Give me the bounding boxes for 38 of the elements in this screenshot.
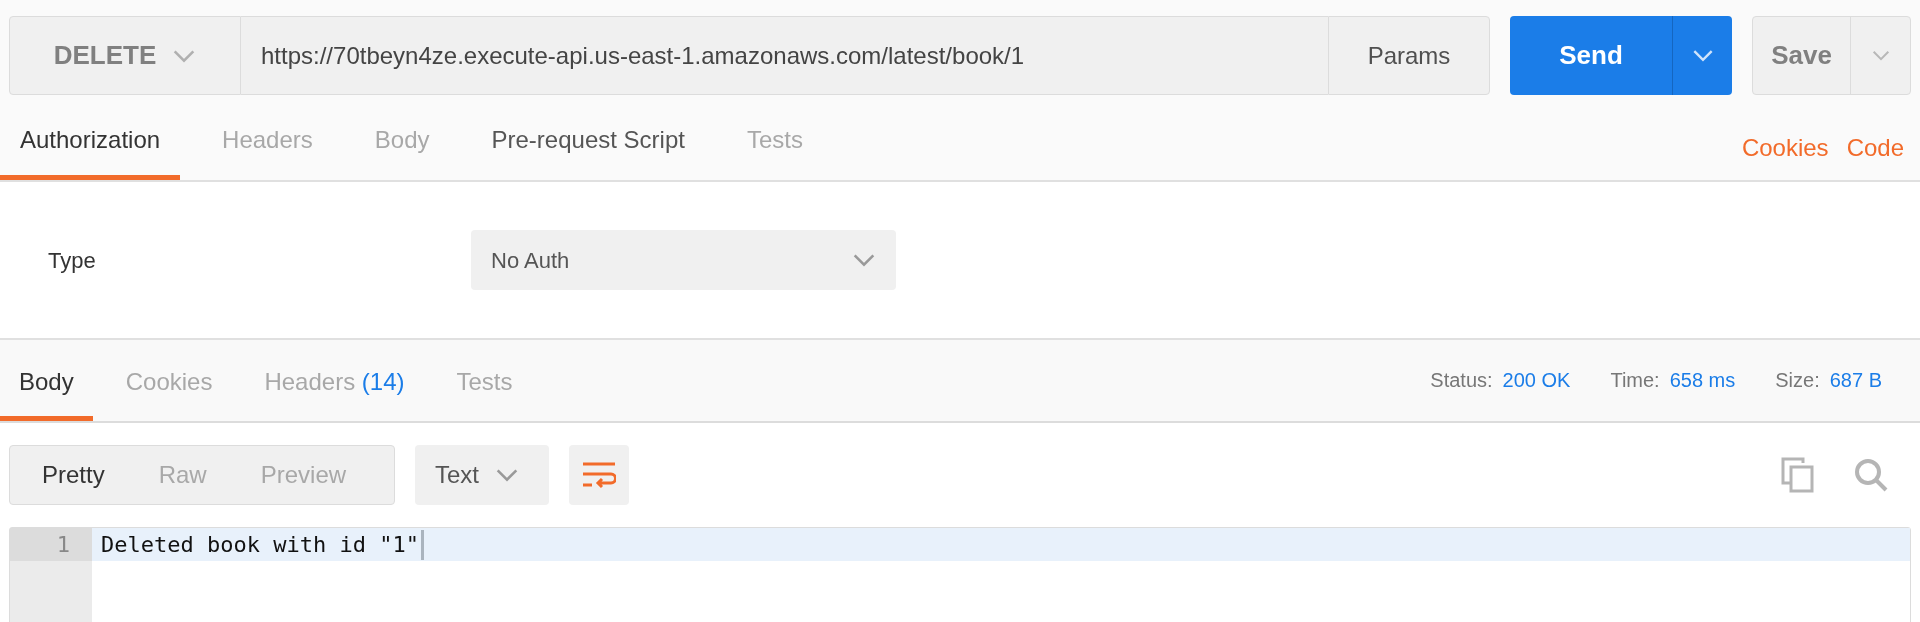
view-mode-tab[interactable]: Preview xyxy=(248,457,359,493)
wrap-lines-icon xyxy=(582,461,616,489)
url-field[interactable]: https://70tbeyn4ze.execute-api.us-east-1.amazonaws.com/latest/book/1 xyxy=(241,16,1328,95)
wrap-lines-button[interactable] xyxy=(569,445,629,505)
chevron-down-icon xyxy=(852,253,876,267)
request-tab[interactable]: Authorization xyxy=(0,95,181,180)
line-number: 1 xyxy=(10,528,92,561)
meta-label: Size: xyxy=(1775,368,1820,393)
format-dropdown[interactable]: Text xyxy=(415,445,549,505)
params-button[interactable]: Params xyxy=(1328,16,1490,95)
request-tab[interactable]: Body xyxy=(354,95,450,180)
chevron-down-icon xyxy=(1870,50,1891,61)
meta-value: 658 ms xyxy=(1669,368,1736,393)
request-tab[interactable]: Tests xyxy=(726,95,823,180)
auth-type-dropdown[interactable]: No Auth xyxy=(471,230,896,290)
chevron-down-icon xyxy=(172,48,197,63)
meta-label: Status: xyxy=(1430,368,1493,393)
response-tab[interactable]: Headers (14) xyxy=(245,340,424,421)
text-cursor xyxy=(420,529,424,560)
code-line: Deleted book with id "1" xyxy=(101,531,419,559)
response-tab[interactable]: Body xyxy=(0,340,93,421)
response-tab[interactable]: Cookies xyxy=(106,340,232,421)
meta-value: 200 OK xyxy=(1502,368,1571,393)
view-mode-tab[interactable]: Raw xyxy=(146,457,219,493)
chevron-down-icon xyxy=(1691,49,1714,62)
header-link[interactable]: Code xyxy=(1846,130,1904,166)
meta-value: 687 B xyxy=(1829,368,1882,393)
response-tab[interactable]: Tests xyxy=(437,340,532,421)
copy-icon[interactable] xyxy=(1781,457,1815,493)
search-icon[interactable] xyxy=(1853,457,1889,493)
request-tab[interactable]: Headers xyxy=(202,95,333,180)
auth-type-label: Type xyxy=(48,246,97,275)
method-dropdown[interactable]: DELETE xyxy=(9,16,241,95)
request-tab[interactable]: Pre-request Script xyxy=(471,95,705,180)
meta-label: Time: xyxy=(1610,368,1660,393)
header-link[interactable]: Cookies xyxy=(1741,130,1829,166)
chevron-down-icon xyxy=(495,468,519,482)
view-mode-tab[interactable]: Pretty xyxy=(30,457,117,493)
